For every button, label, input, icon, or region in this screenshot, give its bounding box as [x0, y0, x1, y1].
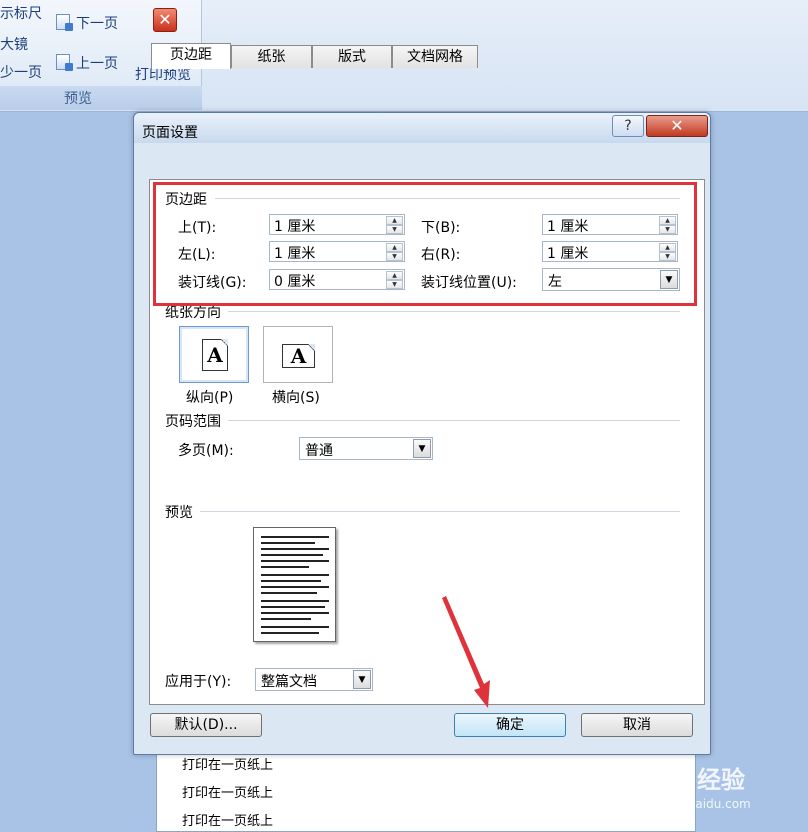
preview-page-thumbnail — [253, 527, 336, 642]
apply-to-label: 应用于(Y): — [165, 674, 232, 690]
preview-line — [261, 592, 317, 594]
preview-line — [261, 618, 311, 620]
apply-to-value: 整篇文档 — [261, 674, 317, 690]
prev-page-icon — [56, 54, 73, 71]
highlight-box — [153, 182, 697, 306]
preview-line — [261, 606, 325, 608]
tab-layout[interactable]: 版式 — [312, 45, 392, 68]
dropdown-arrow-icon[interactable]: ▼ — [413, 439, 431, 458]
magnifier-item[interactable]: 大镜 — [0, 34, 28, 54]
portrait-option[interactable]: A — [179, 326, 249, 383]
tab-paper[interactable]: 纸张 — [231, 45, 312, 68]
preview-line — [261, 612, 329, 614]
next-page-icon — [56, 14, 73, 31]
preview-line — [261, 536, 329, 538]
default-button[interactable]: 默认(D)... — [150, 713, 262, 737]
preview-line — [261, 574, 329, 576]
separator — [228, 311, 680, 312]
preview-line — [261, 554, 323, 556]
preview-line — [261, 560, 329, 562]
preview-line — [261, 566, 309, 568]
shrink-one-page-item[interactable]: 少一页 — [0, 62, 42, 82]
preview-line — [261, 632, 319, 634]
next-page-button[interactable]: 下一页 — [76, 13, 118, 33]
page-text-line: 打印在一页纸上 — [182, 786, 274, 801]
portrait-label: 纵向(P) — [186, 390, 234, 406]
tab-document-grid[interactable]: 文档网格 — [392, 45, 478, 68]
landscape-label: 横向(S) — [272, 390, 320, 406]
baidu-watermark-url: jingyan.baidu.com — [640, 797, 751, 811]
preview-line — [261, 600, 329, 602]
dialog-titlebar[interactable]: 页面设置 ? ✕ — [134, 113, 710, 143]
tab-margins[interactable]: 页边距 — [151, 43, 231, 69]
portrait-page-icon: A — [202, 339, 228, 371]
cancel-button[interactable]: 取消 — [581, 713, 693, 737]
apply-to-select[interactable]: 整篇文档 ▼ — [255, 668, 373, 691]
landscape-option[interactable]: A — [263, 326, 333, 383]
preview-line — [261, 586, 329, 588]
page-text-line: 打印在一页纸上 — [182, 814, 274, 829]
multiple-pages-value: 普通 — [305, 443, 333, 459]
dialog-title: 页面设置 — [142, 125, 198, 141]
show-ruler-item[interactable]: 示标尺 — [0, 3, 42, 23]
separator — [200, 511, 680, 512]
preview-section-label: 预览 — [165, 502, 193, 522]
dropdown-arrow-icon[interactable]: ▼ — [353, 670, 371, 689]
preview-line — [261, 580, 321, 582]
multiple-pages-label: 多页(M): — [178, 443, 234, 459]
landscape-page-icon: A — [282, 344, 315, 368]
preview-line — [261, 548, 329, 550]
multiple-pages-select[interactable]: 普通 ▼ — [299, 437, 433, 460]
close-preview-icon[interactable]: ✕ — [153, 8, 177, 32]
ok-button[interactable]: 确定 — [454, 713, 566, 737]
pages-section-label: 页码范围 — [165, 411, 221, 431]
help-button[interactable]: ? — [612, 115, 644, 137]
preview-line — [261, 542, 315, 544]
prev-page-button[interactable]: 上一页 — [76, 53, 118, 73]
baidu-watermark: Baidu经验 — [620, 766, 745, 794]
close-icon[interactable]: ✕ — [646, 115, 708, 137]
page-text-line: 打印在一页纸上 — [182, 758, 274, 773]
annotation-arrow-icon — [442, 596, 490, 708]
separator — [228, 420, 680, 421]
ribbon-group-label: 预览 — [64, 91, 92, 107]
preview-line — [261, 626, 329, 628]
